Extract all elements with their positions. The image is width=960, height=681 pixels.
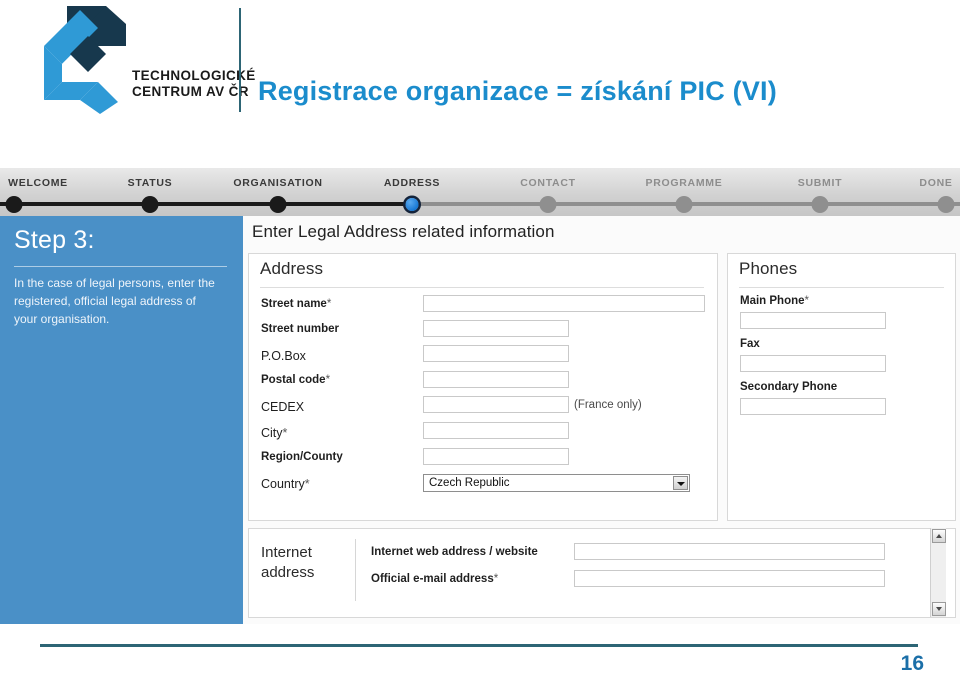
label-official-email: Official e-mail address* [371,573,498,585]
internet-card-divider [355,539,356,601]
label-street-name-text: Street name [261,298,327,310]
input-official-email[interactable] [574,570,885,587]
internet-card-title: Internet address [261,544,315,581]
label-po-box: P.O.Box [261,349,306,363]
step-description: In the case of legal persons, enter the … [14,276,215,326]
header-divider [239,8,241,112]
registration-stepper: WELCOME STATUS ORGANISATION ADDRESS CONT… [0,168,960,216]
step-label-welcome[interactable]: WELCOME [8,177,68,189]
required-marker: * [304,477,310,491]
label-cedex: CEDEX [261,400,305,414]
label-postal-code-text: Postal code [261,374,326,386]
label-city-text: City [261,426,283,440]
label-main-phone: Main Phone* [740,295,809,307]
input-street-number[interactable] [423,320,569,337]
footer-rule [40,644,918,647]
organisation-logo: TECHNOLOGICKÉ CENTRUM AV ČR [14,6,255,114]
step-heading: Step 3: [14,226,95,254]
cedex-hint: (France only) [574,399,642,411]
required-marker: * [325,374,331,386]
logo-wordmark: TECHNOLOGICKÉ CENTRUM AV ČR [132,68,256,99]
label-official-email-text: Official e-mail address [371,573,494,585]
step-label-programme[interactable]: PROGRAMME [646,177,723,189]
slide-header: TECHNOLOGICKÉ CENTRUM AV ČR Registrace o… [0,0,960,140]
label-country-text: Country [261,477,305,491]
phones-card-title: Phones [739,259,798,278]
step-label-status[interactable]: STATUS [128,177,173,189]
step-label-done[interactable]: DONE [919,177,952,189]
input-street-name[interactable] [423,295,705,312]
address-card-title: Address [260,259,324,278]
internet-address-card: Internet address Internet web address / … [248,528,956,618]
step-dot-welcome[interactable] [5,196,23,213]
label-fax: Fax [740,338,760,350]
input-region-county[interactable] [423,448,569,465]
vertical-scrollbar[interactable] [930,528,946,617]
input-main-phone[interactable] [740,312,886,329]
step-instructions-panel: Step 3: In the case of legal persons, en… [0,216,243,624]
address-card: Address Street name* Street number P.O.B… [248,253,718,521]
app-body: Step 3: In the case of legal persons, en… [0,216,960,624]
label-country: Country* [261,477,310,491]
page-number: 16 [900,652,924,675]
step-dot-status[interactable] [141,196,159,213]
step-dot-submit[interactable] [811,196,829,213]
tc-avcr-logo-icon [44,6,126,114]
label-street-number: Street number [261,323,339,335]
form-heading: Enter Legal Address related information [252,222,555,241]
required-marker: * [326,298,332,310]
label-main-phone-text: Main Phone [740,295,805,307]
required-marker: * [282,426,288,440]
step-dot-done[interactable] [937,196,955,213]
step-dot-programme[interactable] [675,196,693,213]
input-city[interactable] [423,422,569,439]
chevron-down-icon[interactable] [673,476,688,490]
input-po-box[interactable] [423,345,569,362]
label-city: City* [261,426,287,440]
select-country[interactable]: Czech Republic [423,474,690,492]
step-label-organisation[interactable]: ORGANISATION [233,177,322,189]
step-label-contact[interactable]: CONTACT [520,177,575,189]
label-postal-code: Postal code* [261,374,330,386]
label-secondary-phone: Secondary Phone [740,381,838,393]
input-postal-code[interactable] [423,371,569,388]
step-label-submit[interactable]: SUBMIT [798,177,842,189]
step-dot-organisation[interactable] [269,196,287,213]
country-selected-value: Czech Republic [429,477,510,489]
input-fax[interactable] [740,355,886,372]
step-heading-rule [14,266,227,267]
required-marker: * [493,573,499,585]
triangle-down-icon[interactable] [932,602,946,616]
input-cedex[interactable] [423,396,569,413]
phones-card: Phones Main Phone* Fax Secondary Phone [727,253,956,521]
address-card-rule [260,287,704,288]
label-region-county: Region/County [261,451,343,463]
step-dot-address[interactable] [405,198,419,211]
step-label-address[interactable]: ADDRESS [384,177,440,189]
step-dot-contact[interactable] [539,196,557,213]
stepper-track-completed [0,202,412,206]
label-street-name: Street name* [261,298,331,310]
form-content-pane: Enter Legal Address related information … [243,216,960,624]
page-title: Registrace organizace = získání PIC (VI) [258,76,777,106]
triangle-up-icon[interactable] [932,529,946,543]
label-web-address: Internet web address / website [371,546,538,558]
required-marker: * [804,295,810,307]
phones-card-rule [739,287,944,288]
input-web-address[interactable] [574,543,885,560]
application-screenshot: WELCOME STATUS ORGANISATION ADDRESS CONT… [0,168,960,624]
input-secondary-phone[interactable] [740,398,886,415]
